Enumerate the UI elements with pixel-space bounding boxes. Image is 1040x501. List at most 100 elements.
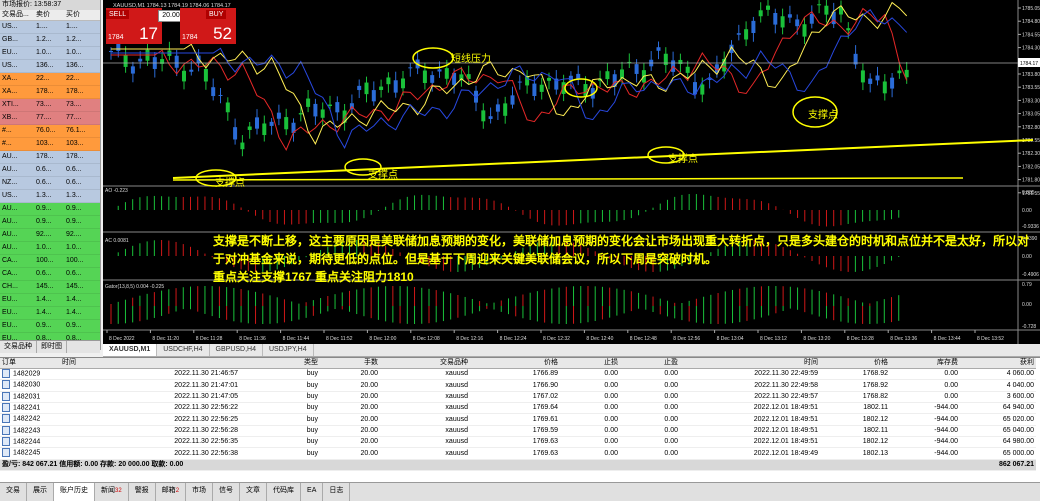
chart-window[interactable]: 1785.051784.801784.551784.301784.051783.… (103, 0, 1040, 344)
table-row[interactable]: 1482029 2022.11.30 21:46:57 buy 20.00 xauusd… (0, 368, 1036, 381)
symbol-row[interactable]: GB... 1.2... 1.2... (0, 34, 100, 47)
candle-body (868, 78, 873, 84)
symbol-row[interactable]: US... 1.3... 1.3... (0, 190, 100, 203)
commentary-text: 支撑是不断上移，这主要原因是美联储加息预期的变化，美联储加息预期的变化会让市场出… (213, 234, 1030, 266)
terminal-tab[interactable]: 账户历史 (54, 483, 95, 501)
column-header[interactable]: 获利 (960, 358, 1036, 369)
table-cell: 2022.12.01 18:49:51 (680, 425, 820, 438)
time-label: 8 Dec 11:52 (326, 336, 353, 342)
column-header[interactable]: 交易品种 (380, 358, 470, 369)
candle-body (189, 69, 194, 72)
terminal-tab[interactable]: 警报 (129, 483, 156, 501)
order-id: 1482030 (13, 381, 41, 389)
chart-tab-usdchf[interactable]: USDCHF,H4 (157, 344, 210, 356)
symbol-row[interactable]: EU... 1.0... 1.0... (0, 47, 100, 60)
table-row[interactable]: 1482244 2022.11.30 22:56:35 buy 20.00 xauusd… (0, 436, 1036, 449)
column-header[interactable]: 止损 (560, 358, 620, 369)
symbol-row[interactable]: CH... 145... 145... (0, 281, 100, 294)
buy-button[interactable]: BUY 1784 52 (180, 8, 236, 44)
symbol-row[interactable]: AU... 0.9... 0.9... (0, 203, 100, 216)
support-label: 支撑点 (215, 176, 245, 189)
candle-body (846, 28, 851, 31)
column-header[interactable]: 止盈 (620, 358, 680, 369)
table-row[interactable]: 1482031 2022.11.30 21:47:05 buy 20.00 xauusd… (0, 391, 1036, 404)
bid-price: 0.9... (36, 205, 52, 212)
column-header[interactable]: 买价 (66, 10, 98, 20)
candle-body (408, 67, 413, 69)
column-header[interactable]: 类型 (240, 358, 320, 369)
column-header[interactable]: 时间 (60, 358, 240, 369)
terminal-tab[interactable]: 新闻32 (95, 483, 129, 501)
sell-button[interactable]: SELL 1784 17 (106, 8, 162, 44)
tab-symbols[interactable]: 交易品种 (0, 341, 37, 353)
terminal-tab-label: EA (307, 487, 317, 494)
chart-tab-usdjpy[interactable]: USDJPY,H4 (263, 344, 314, 356)
terminal-tab[interactable]: 展示 (27, 483, 54, 501)
symbol-row[interactable]: #... 76.0... 76.1... (0, 125, 100, 138)
gator-scale-label: -0.728 (1022, 324, 1036, 330)
total-row: 盈/亏: 842 067.21 信用额: 0.00 存款: 20 000.00 … (0, 459, 1036, 471)
column-header[interactable]: 库存费 (890, 358, 960, 369)
terminal-tab-label: 展示 (33, 487, 47, 494)
symbol-row[interactable]: EU... 0.9... 0.9... (0, 320, 100, 333)
symbol-row[interactable]: #... 103... 103... (0, 138, 100, 151)
symbol-row[interactable]: AU... 0.9... 0.9... (0, 216, 100, 229)
column-header[interactable]: 手数 (320, 358, 380, 369)
symbol-row[interactable]: AU... 0.6... 0.6... (0, 164, 100, 177)
price-label: 1781.80 (1022, 178, 1040, 184)
symbol-row[interactable]: CA... 0.6... 0.6... (0, 268, 100, 281)
symbol-row[interactable]: NZ... 0.6... 0.6... (0, 177, 100, 190)
table-cell: 0.00 (890, 368, 960, 381)
ask-price: 0.9... (66, 322, 82, 329)
order-id: 1482031 (13, 393, 41, 401)
ask-price: 76.1... (66, 127, 86, 134)
table-cell: buy (240, 413, 320, 426)
symbol-row[interactable]: XTI... 73.... 73.... (0, 99, 100, 112)
symbol-row[interactable]: EU... 1.4... 1.4... (0, 294, 100, 307)
symbol-row[interactable]: US... 136... 136... (0, 60, 100, 73)
symbol-row[interactable]: CA... 100... 100... (0, 255, 100, 268)
symbol-row[interactable]: AU... 1.0... 1.0... (0, 242, 100, 255)
terminal-tab[interactable]: 市场 (186, 483, 214, 501)
symbol-row[interactable]: US... 1.... 1.... (0, 21, 100, 34)
price-chart[interactable]: 1785.051784.801784.551784.301784.051783.… (103, 0, 1040, 344)
chart-tab-gbpusd[interactable]: GBPUSD,H4 (210, 344, 263, 356)
symbol-row[interactable]: XA... 22... 22... (0, 73, 100, 86)
terminal-tab[interactable]: 交易 (0, 483, 27, 501)
terminal-tab[interactable]: 信号 (213, 483, 241, 501)
symbol-row[interactable]: AU... 178... 178... (0, 151, 100, 164)
terminal-tab[interactable]: 代码库 (267, 483, 302, 501)
market-watch-list: US... 1.... 1.... GB... 1.2... 1.2... EU... 1.0… (0, 21, 100, 350)
table-cell: 0.00 (560, 368, 620, 381)
table-row[interactable]: 1482245 2022.11.30 22:56:38 buy 20.00 xauusd… (0, 447, 1036, 460)
column-header[interactable]: 订单 (0, 358, 60, 369)
column-header[interactable]: 时间 (680, 358, 820, 369)
column-header[interactable]: 价格 (820, 358, 890, 369)
table-cell: 0.00 (560, 425, 620, 438)
terminal-tab[interactable]: 日志 (323, 483, 351, 501)
terminal-tab[interactable]: 文章 (240, 483, 268, 501)
symbol-row[interactable]: EU... 1.4... 1.4... (0, 307, 100, 320)
candle-body (890, 77, 895, 89)
table-row[interactable]: 1482243 2022.11.30 22:56:28 buy 20.00 xauusd… (0, 425, 1036, 438)
column-header[interactable]: 交易品... (0, 10, 36, 20)
terminal-tab[interactable]: 邮箱2 (156, 483, 187, 501)
table-row[interactable]: 1482241 2022.11.30 22:56:22 buy 20.00 xauusd… (0, 402, 1036, 415)
column-header[interactable]: 卖价 (36, 10, 66, 20)
table-row[interactable]: 1482242 2022.11.30 22:56:25 buy 20.00 xauusd… (0, 413, 1036, 426)
tab-tick-chart[interactable]: 即时图 (37, 341, 67, 353)
table-cell: 4 040.00 (960, 379, 1036, 392)
bid-price: 1.0... (36, 49, 52, 56)
symbol-row[interactable]: XB... 77.... 77.... (0, 112, 100, 125)
table-cell: 1769.59 (470, 425, 560, 438)
table-cell: 1766.89 (470, 368, 560, 381)
table-cell: 1802.12 (820, 413, 890, 426)
column-header[interactable]: 价格 (470, 358, 560, 369)
symbol-row[interactable]: AU... 92.... 92.... (0, 229, 100, 242)
terminal-tab[interactable]: EA (301, 483, 324, 501)
table-row[interactable]: 1482030 2022.11.30 21:47:01 buy 20.00 xauusd… (0, 379, 1036, 392)
candle-body (444, 68, 449, 79)
table-cell: 20.00 (320, 413, 380, 426)
chart-tab-xauusd[interactable]: XAUUSD,M1 (103, 344, 158, 356)
symbol-row[interactable]: XA... 178... 178... (0, 86, 100, 99)
